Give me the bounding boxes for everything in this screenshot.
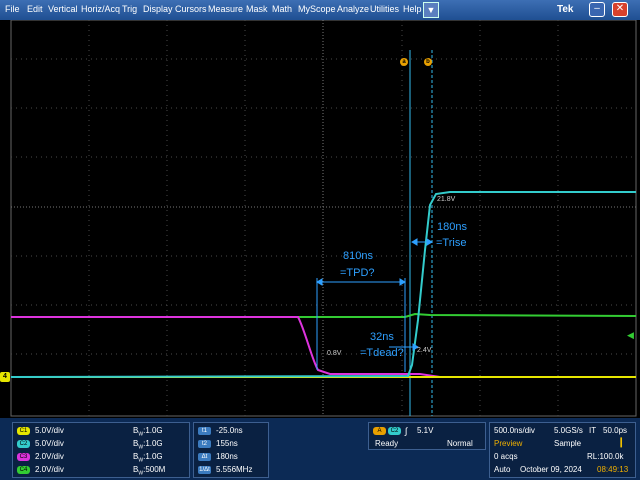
it-label: IT: [589, 426, 597, 435]
menu-trig[interactable]: Trig: [122, 4, 137, 14]
channel-row[interactable]: C4 2.0V/div BW:500M: [13, 464, 189, 477]
cursor-readout-row: Δt 180ns: [194, 451, 268, 463]
channel-scale: 5.0V/div: [35, 439, 64, 448]
ch4-offscreen-arrow-icon: ◀: [627, 330, 634, 340]
cursor-readout-badge: t2: [198, 440, 211, 448]
trise-name-annotation: =Trise: [436, 237, 467, 249]
cursor-readout-row: t1 -25.0ns: [194, 425, 268, 437]
bandwidth-label: BW:1.0G: [133, 426, 163, 438]
close-button[interactable]: ✕: [612, 2, 628, 17]
menu-utilities[interactable]: Utilities: [370, 4, 399, 14]
triangle-down-icon: ▼: [426, 5, 436, 15]
channel-badge: C2: [17, 440, 30, 448]
menu-math[interactable]: Math: [272, 4, 292, 14]
minimize-icon: –: [594, 3, 600, 14]
brand-logo: Tek: [557, 4, 574, 15]
tdead-value-annotation: 32ns: [370, 331, 394, 343]
tpd-name-annotation: =TPD?: [340, 267, 375, 279]
menu-display[interactable]: Display: [143, 4, 173, 14]
ground-marker-label: 4: [3, 373, 7, 380]
level-label-24: 2.4V: [417, 347, 432, 354]
bandwidth-label: BW:1.0G: [133, 439, 163, 451]
cursor-readout-value: 5.556MHz: [216, 465, 253, 474]
tdead-name-annotation: =Tdead?: [360, 347, 404, 359]
trigger-pane[interactable]: A C2 ∫ 5.1V Ready Normal: [368, 422, 486, 450]
cursor-readout-pane[interactable]: t1 -25.0ns t2 155ns Δt 180ns 1/Δt 5.556MHz: [193, 422, 269, 478]
cursor-readout-badge: Δt: [198, 453, 211, 461]
menu-bar: File Edit Vertical Horiz/Acq Trig Displa…: [0, 0, 640, 20]
menu-dropdown-button[interactable]: ▼: [423, 2, 439, 18]
trigger-slope-icon: ∫: [405, 426, 408, 436]
menu-help[interactable]: Help: [403, 4, 422, 14]
channel-scale: 5.0V/div: [35, 426, 64, 435]
bandwidth-label: BW:1.0G: [133, 452, 163, 464]
cursor-a-label: a: [402, 59, 406, 65]
run-mode: Auto: [494, 465, 511, 474]
menu-mask[interactable]: Mask: [246, 4, 268, 14]
level-label-218: 21.8V: [437, 196, 456, 203]
channel-badge: C3: [17, 453, 30, 461]
channel-row[interactable]: C3 2.0V/div BW:1.0G: [13, 451, 189, 464]
level-label-08: 0.8V: [327, 350, 342, 357]
menu-vertical[interactable]: Vertical: [48, 4, 78, 14]
menu-measure[interactable]: Measure: [208, 4, 243, 14]
channel-settings-pane[interactable]: C1 5.0V/div BW:1.0G C2 5.0V/div BW:1.0G C3 2.0V…: [12, 422, 190, 478]
trigger-level: 5.1V: [417, 426, 434, 435]
minimize-button[interactable]: –: [589, 2, 605, 17]
acquisition-pane[interactable]: 500.0ns/div 5.0GS/s IT 50.0ps Preview Sa…: [489, 422, 636, 478]
ground-marker[interactable]: 4: [0, 372, 10, 382]
menu-analyze[interactable]: Analyze: [337, 4, 369, 14]
it-value: 50.0ps: [603, 426, 628, 435]
trise-value-annotation: 180ns: [437, 221, 467, 233]
cursor-readout-badge: t1: [198, 427, 211, 435]
date: October 09, 2024: [520, 465, 582, 474]
cursor-readout-value: 155ns: [216, 439, 238, 448]
bandwidth-label: BW:500M: [133, 465, 166, 477]
cursor-b-label: b: [426, 59, 430, 65]
sample-rate: 5.0GS/s: [554, 426, 583, 435]
trigger-source-badge: C2: [388, 427, 401, 435]
menu-cursors[interactable]: Cursors: [175, 4, 207, 14]
cursor-readout-badge: 1/Δt: [198, 466, 211, 474]
trigger-mode: Normal: [447, 439, 473, 448]
graticule-center-axes: [11, 20, 636, 416]
waveform-display[interactable]: a b 810ns =TPD? 180ns =Trise 32ns =Tdead…: [0, 20, 640, 418]
acquisition-count: 0 acqs: [494, 452, 518, 461]
close-icon: ✕: [615, 3, 625, 14]
cursor-readout-row: t2 155ns: [194, 438, 268, 450]
channel-badge: C1: [17, 427, 30, 435]
timebase: 500.0ns/div: [494, 426, 535, 435]
preview-status: Preview: [494, 439, 523, 448]
tpd-value-annotation: 810ns: [343, 250, 373, 262]
status-panel: C1 5.0V/div BW:1.0G C2 5.0V/div BW:1.0G C3 2.0V…: [0, 418, 640, 480]
menu-edit[interactable]: Edit: [27, 4, 43, 14]
cursor-a-marker[interactable]: a: [400, 58, 408, 66]
warning-icon: ❙: [617, 437, 626, 448]
cursor-readout-value: -25.0ns: [216, 426, 243, 435]
trigger-a-badge: A: [373, 427, 386, 435]
menu-file[interactable]: File: [5, 4, 20, 14]
channel-badge: C4: [17, 466, 30, 474]
channel-row[interactable]: C2 5.0V/div BW:1.0G: [13, 438, 189, 451]
cursor-readout-row: 1/Δt 5.556MHz: [194, 464, 268, 476]
channel-row[interactable]: C1 5.0V/div BW:1.0G: [13, 425, 189, 438]
menu-horiz-acq[interactable]: Horiz/Acq: [81, 4, 120, 14]
trigger-state: Ready: [375, 439, 399, 448]
channel-scale: 2.0V/div: [35, 465, 64, 474]
waveform-canvas: [10, 20, 637, 417]
cursor-b-marker[interactable]: b: [424, 58, 432, 66]
record-length: RL:100.0k: [587, 452, 624, 461]
time: 08:49:13: [597, 465, 629, 474]
sample-mode: Sample: [554, 439, 582, 448]
menu-myscope[interactable]: MyScope: [298, 4, 336, 14]
channel-scale: 2.0V/div: [35, 452, 64, 461]
cursor-readout-value: 180ns: [216, 452, 238, 461]
